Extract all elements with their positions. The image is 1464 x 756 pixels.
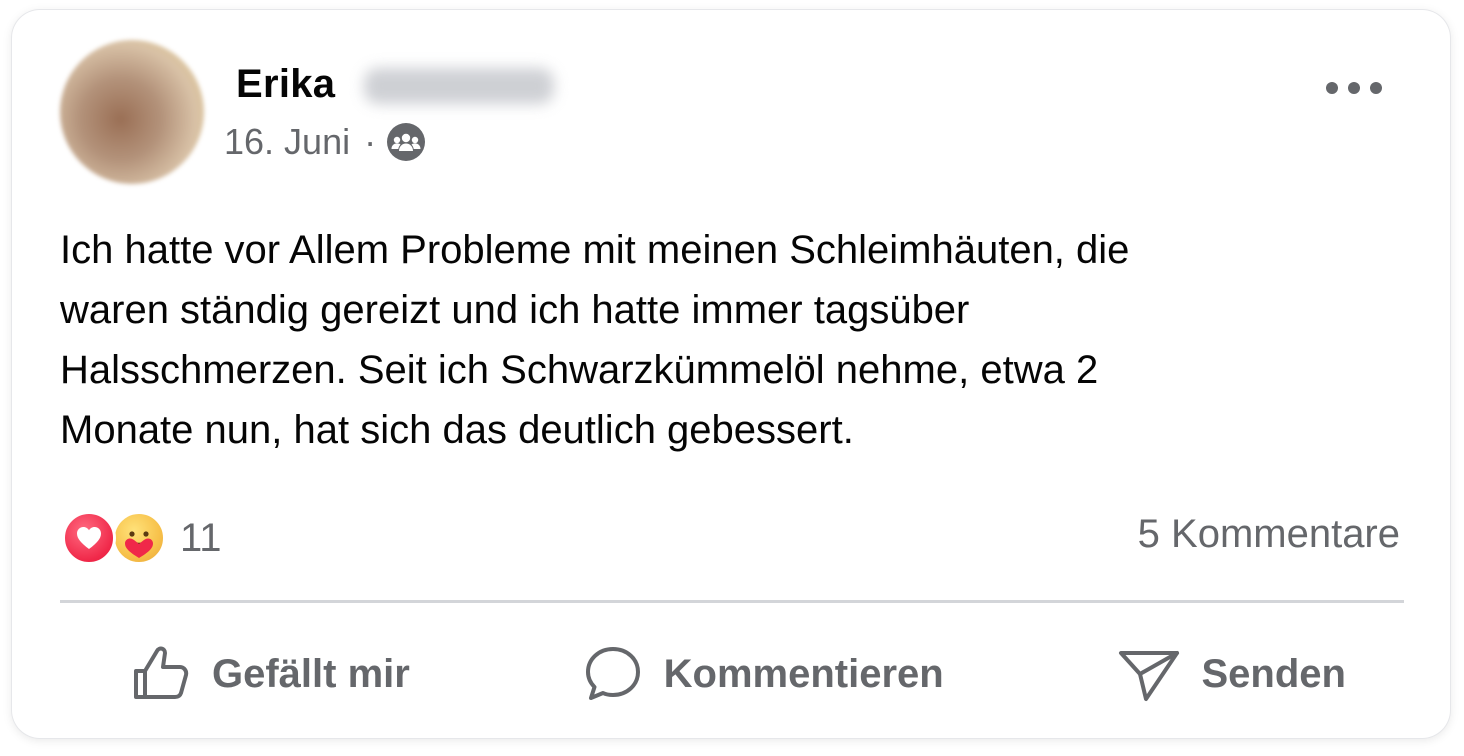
send-icon	[1118, 651, 1179, 701]
love-reaction-icon	[62, 511, 116, 565]
dot-icon	[1326, 82, 1338, 94]
comments-count-link[interactable]: 5 Kommentare	[1138, 512, 1400, 557]
post-meta: 16. Juni ·	[224, 120, 426, 164]
reactions-summary[interactable]: 11	[62, 508, 222, 568]
comment-label: Kommentieren	[663, 651, 944, 696]
author-surname-blurred	[364, 68, 554, 104]
more-options-icon[interactable]	[1326, 74, 1382, 102]
reaction-count: 11	[180, 515, 222, 560]
action-bar: Gefällt mir Kommentieren Senden	[60, 628, 1404, 720]
dot-icon	[1370, 82, 1382, 94]
group-audience-icon[interactable]	[386, 122, 426, 162]
comment-button[interactable]: Kommentieren	[582, 628, 944, 720]
care-reaction-icon	[112, 511, 166, 565]
send-label: Senden	[1201, 651, 1346, 696]
post-text: Ich hatte vor Allem Probleme mit meinen …	[60, 228, 1130, 452]
like-button[interactable]: Gefällt mir	[130, 628, 410, 720]
divider	[60, 600, 1404, 603]
like-label: Gefällt mir	[212, 651, 410, 696]
meta-separator: ·	[364, 121, 377, 162]
thumbs-up-icon	[134, 646, 189, 699]
comment-bubble-icon	[585, 647, 640, 700]
author-name[interactable]: Erika	[236, 62, 335, 107]
send-button[interactable]: Senden	[1116, 628, 1346, 720]
post-card: Erika 16. Juni · Ich hatte vor Allem Pro…	[12, 10, 1450, 738]
avatar[interactable]	[60, 40, 204, 184]
dot-icon	[1348, 82, 1360, 94]
post-date[interactable]: 16. Juni	[224, 121, 350, 163]
